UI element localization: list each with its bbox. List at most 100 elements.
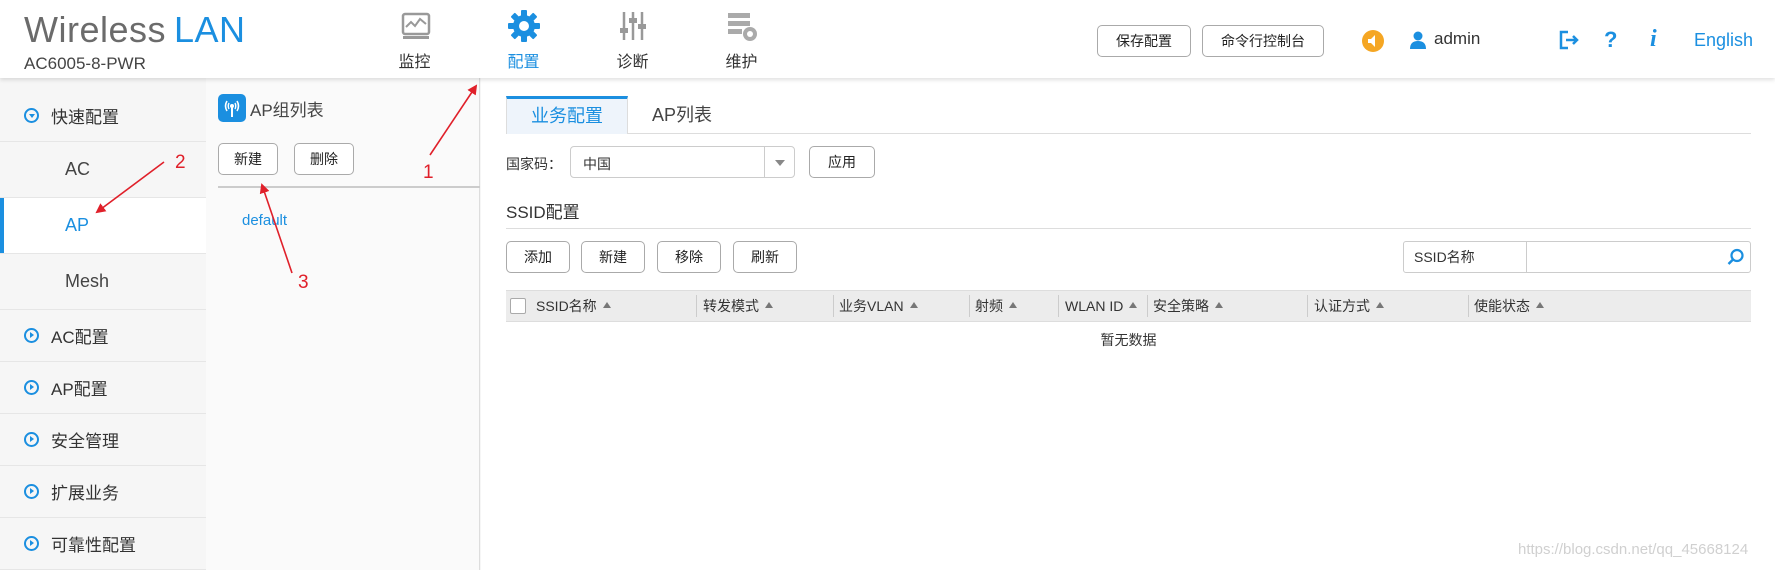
column-divider xyxy=(1307,295,1308,317)
search-icon[interactable] xyxy=(1727,248,1745,266)
column-label: 安全策略 xyxy=(1153,298,1209,314)
divider xyxy=(218,186,480,188)
country-code-value: 中国 xyxy=(583,156,611,172)
new-ssid-button[interactable]: 新建 xyxy=(581,241,645,273)
annotation-number-3: 3 xyxy=(298,272,309,293)
sort-icon xyxy=(1215,302,1223,309)
column-wlan-id[interactable]: WLAN ID xyxy=(1065,291,1138,321)
column-label: 使能状态 xyxy=(1474,298,1530,314)
main-nav: 监控 配置 诊断 维护 xyxy=(360,6,796,72)
wifi-ap-icon xyxy=(218,94,246,122)
cli-console-button[interactable]: 命令行控制台 xyxy=(1202,25,1324,57)
sort-icon xyxy=(909,302,918,309)
main-content: 业务配置 AP列表 国家码： 中国 应用 SSID配置 添加 新建 移除 刷新 … xyxy=(481,78,1775,570)
sidebar-item-label: 安全管理 xyxy=(51,432,119,451)
language-switch[interactable]: English xyxy=(1694,30,1753,51)
sidebar-item-security[interactable]: 安全管理 xyxy=(0,414,206,466)
nav-maintain[interactable]: 维护 xyxy=(687,6,796,72)
sidebar-item-ac-config[interactable]: AC配置 xyxy=(0,310,206,362)
country-code-select[interactable]: 中国 xyxy=(570,146,795,178)
sidebar-subitem-mesh[interactable]: Mesh xyxy=(0,254,206,310)
nav-config[interactable]: 配置 xyxy=(469,6,578,72)
nav-config-label: 配置 xyxy=(507,54,540,71)
ssid-search: SSID名称 xyxy=(1403,241,1751,273)
watermark: https://blog.csdn.net/qq_45668124 xyxy=(1518,541,1749,558)
column-radio[interactable]: 射频 xyxy=(975,291,1017,321)
collapsed-chevron-icon xyxy=(24,536,39,551)
sort-icon xyxy=(1536,302,1544,309)
current-user[interactable]: admin xyxy=(1434,29,1480,49)
select-all-checkbox[interactable] xyxy=(510,298,526,314)
column-divider xyxy=(696,295,697,317)
sort-icon xyxy=(602,302,611,309)
column-divider xyxy=(1147,295,1148,317)
column-auth-method[interactable]: 认证方式 xyxy=(1314,291,1384,321)
sidebar-item-label: 扩展业务 xyxy=(51,484,119,503)
sort-icon xyxy=(765,302,773,309)
top-header: Wireless LAN AC6005-8-PWR 监控 配置 诊断 维护 保存… xyxy=(0,0,1775,78)
annotation-number-2: 2 xyxy=(175,152,186,173)
column-divider xyxy=(833,295,834,317)
sidebar-item-label: AC xyxy=(65,159,91,179)
save-config-button[interactable]: 保存配置 xyxy=(1097,25,1191,57)
sort-icon xyxy=(1129,302,1138,309)
search-input[interactable] xyxy=(1528,242,1718,272)
column-forward-mode[interactable]: 转发模式 xyxy=(703,291,773,321)
antenna-icon xyxy=(224,100,240,117)
country-code-label: 国家码： xyxy=(506,156,562,172)
product-title: Wireless LAN xyxy=(24,10,246,50)
device-model: AC6005-8-PWR xyxy=(24,54,146,73)
column-label: 射频 xyxy=(975,298,1003,314)
column-label: WLAN ID xyxy=(1065,298,1124,314)
sidebar-item-quick-config[interactable]: 快速配置 xyxy=(0,90,206,142)
ap-group-item-default[interactable]: default xyxy=(242,212,287,229)
help-icon[interactable]: ? xyxy=(1604,27,1617,53)
annotation-number-1: 1 xyxy=(423,162,434,183)
tab-ap-list[interactable]: AP列表 xyxy=(628,96,736,134)
user-icon xyxy=(1410,31,1426,49)
column-enable-status[interactable]: 使能状态 xyxy=(1474,291,1544,321)
sidebar-item-reliability[interactable]: 可靠性配置 xyxy=(0,518,206,570)
dropdown-arrow-icon[interactable] xyxy=(764,147,794,177)
nav-diagnose[interactable]: 诊断 xyxy=(578,6,687,72)
column-service-vlan[interactable]: 业务VLAN xyxy=(839,291,918,321)
column-security-policy[interactable]: 安全策略 xyxy=(1153,291,1223,321)
search-field-label[interactable]: SSID名称 xyxy=(1404,242,1527,272)
ssid-section-title: SSID配置 xyxy=(506,203,580,222)
column-ssid-name[interactable]: SSID名称 xyxy=(536,291,611,321)
column-label: 认证方式 xyxy=(1314,298,1370,314)
apply-button[interactable]: 应用 xyxy=(809,146,875,178)
maintenance-icon xyxy=(727,13,757,41)
collapsed-chevron-icon xyxy=(24,380,39,395)
sort-icon xyxy=(1009,302,1017,309)
info-icon[interactable]: i xyxy=(1650,26,1657,53)
new-group-button[interactable]: 新建 xyxy=(218,143,278,175)
delete-group-button[interactable]: 删除 xyxy=(294,143,354,175)
column-label: SSID名称 xyxy=(536,298,597,314)
sidebar-item-label: AP xyxy=(65,215,90,235)
ap-group-title: AP组列表 xyxy=(250,100,324,120)
tab-bar: 业务配置 AP列表 xyxy=(506,96,1751,134)
nav-monitor-label: 监控 xyxy=(398,54,431,71)
alarm-speaker-icon[interactable] xyxy=(1362,30,1384,52)
sidebar-item-label: AP配置 xyxy=(51,380,108,399)
sliders-icon xyxy=(619,12,646,40)
sidebar-item-ap-config[interactable]: AP配置 xyxy=(0,362,206,414)
nav-maintain-label: 维护 xyxy=(725,54,758,71)
sidebar-subitem-ap[interactable]: AP xyxy=(0,198,206,254)
speaker-icon xyxy=(1368,35,1375,47)
sidebar-item-label: 可靠性配置 xyxy=(51,536,136,555)
remove-ssid-button[interactable]: 移除 xyxy=(657,241,721,273)
sidebar-item-label: Mesh xyxy=(65,271,110,291)
refresh-button[interactable]: 刷新 xyxy=(733,241,797,273)
ap-group-panel: AP组列表 新建 删除 default xyxy=(206,78,480,570)
empty-table-message: 暂无数据 xyxy=(1100,332,1157,348)
add-ssid-button[interactable]: 添加 xyxy=(506,241,570,273)
nav-monitor[interactable]: 监控 xyxy=(360,6,469,72)
collapsed-chevron-icon xyxy=(24,432,39,447)
tab-service-config[interactable]: 业务配置 xyxy=(506,96,628,134)
column-label: 转发模式 xyxy=(703,298,759,314)
sort-icon xyxy=(1376,302,1384,309)
sidebar-item-extended-services[interactable]: 扩展业务 xyxy=(0,466,206,518)
logout-icon[interactable] xyxy=(1558,29,1580,51)
